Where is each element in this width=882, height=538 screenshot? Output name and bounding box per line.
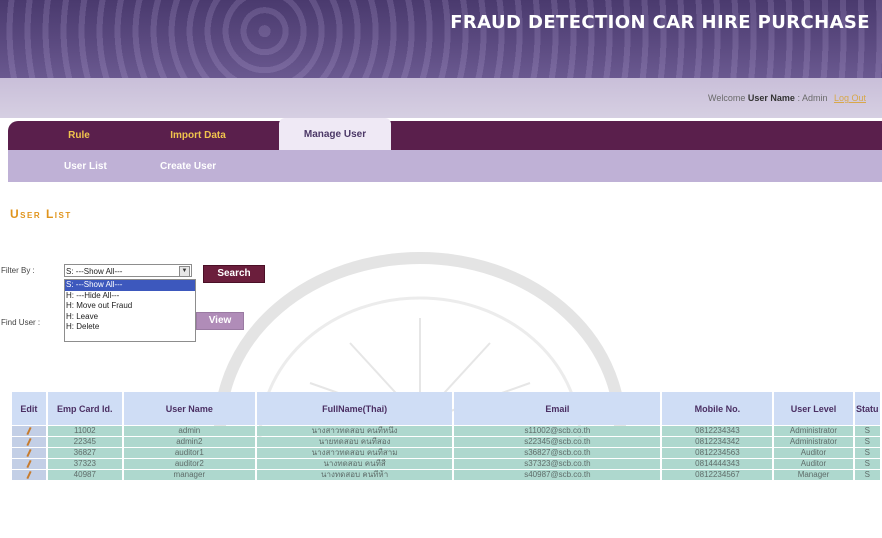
tab-import-data[interactable]: Import Data — [148, 121, 248, 150]
logout-link[interactable]: Log Out — [834, 93, 866, 103]
email-cell: s11002@scb.co.th — [454, 426, 661, 436]
email-cell: s36827@scb.co.th — [454, 448, 661, 458]
emp-card-id-cell: 36827 — [47, 448, 122, 458]
column-header-emp-card-id: Emp Card Id. — [47, 392, 122, 425]
filter-option[interactable]: S: ---Show All--- — [65, 280, 195, 291]
chevron-down-icon[interactable]: ▼ — [179, 266, 190, 277]
email-cell: s22345@scb.co.th — [454, 437, 661, 447]
fullname-thai-cell: นายทดสอบ คนที่สอง — [256, 437, 453, 447]
filter-option[interactable]: H: ---Hide All--- — [65, 291, 195, 302]
mobile-cell: 0812234343 — [662, 426, 773, 436]
user-level-cell: Auditor — [774, 448, 853, 458]
email-cell: s40987@scb.co.th — [454, 470, 661, 480]
emp-card-id-cell: 40987 — [47, 470, 122, 480]
subnav-create-user[interactable]: Create User — [160, 150, 216, 182]
user-name-cell: admin2 — [123, 437, 255, 447]
table-row: 22345 admin2 นายทดสอบ คนที่สอง s22345@sc… — [12, 437, 880, 447]
filter-option[interactable]: H: Delete — [65, 322, 195, 333]
column-header-mobile: Mobile No. — [662, 392, 773, 425]
subnav-user-list[interactable]: User List — [64, 150, 107, 182]
column-header-status: Statu — [854, 392, 880, 425]
user-level-cell: Manager — [774, 470, 853, 480]
mobile-cell: 0812234567 — [662, 470, 773, 480]
pencil-icon[interactable] — [26, 437, 32, 446]
fullname-thai-cell: นางทดสอบ คนที่สี่ — [256, 459, 453, 469]
email-cell: s37323@scb.co.th — [454, 459, 661, 469]
table-header-row: Edit Emp Card Id. User Name FullName(Tha… — [12, 392, 880, 425]
welcome-prefix: Welcome — [708, 93, 746, 103]
user-name-cell: admin — [123, 426, 255, 436]
table-row: 40987 manager นางทดสอบ คนที่ห้า s40987@s… — [12, 470, 880, 480]
fullname-thai-cell: นางสาวทดสอบ คนที่สาม — [256, 448, 453, 458]
mobile-cell: 0812234342 — [662, 437, 773, 447]
emp-card-id-cell: 11002 — [47, 426, 122, 436]
search-button[interactable]: Search — [203, 265, 265, 283]
page-title: User List — [10, 207, 72, 221]
user-name-value: : Admin — [797, 93, 828, 103]
welcome-message: Welcome User Name : Admin Log Out — [708, 93, 866, 103]
user-level-cell: Administrator — [774, 437, 853, 447]
header-banner: FRAUD DETECTION CAR HIRE PURCHASE — [0, 0, 882, 78]
user-name-cell: manager — [123, 470, 255, 480]
status-cell: S — [854, 470, 880, 480]
emp-card-id-cell: 22345 — [47, 437, 122, 447]
edit-cell[interactable] — [12, 459, 46, 469]
status-cell: S — [854, 426, 880, 436]
edit-cell[interactable] — [12, 437, 46, 447]
fullname-thai-cell: นางสาวทดสอบ คนที่หนึ่ง — [256, 426, 453, 436]
table-row: 37323 auditor2 นางทดสอบ คนที่สี่ s37323@… — [12, 459, 880, 469]
user-table: Edit Emp Card Id. User Name FullName(Tha… — [10, 391, 882, 481]
filter-dropdown-list: S: ---Show All--- H: ---Hide All--- H: M… — [64, 279, 196, 342]
table-row: 11002 admin นางสาวทดสอบ คนที่หนึ่ง s1100… — [12, 426, 880, 436]
filter-label: Filter By : — [1, 266, 35, 275]
column-header-user-level: User Level — [774, 392, 853, 425]
filter-selected-value: S: ---Show All--- — [66, 267, 123, 276]
fullname-thai-cell: นางทดสอบ คนที่ห้า — [256, 470, 453, 480]
user-name-cell: auditor2 — [123, 459, 255, 469]
user-name-label: User Name — [747, 93, 795, 103]
status-cell: S — [854, 448, 880, 458]
column-header-edit: Edit — [12, 392, 46, 425]
status-cell: S — [854, 437, 880, 447]
pencil-icon[interactable] — [26, 459, 32, 468]
pencil-icon[interactable] — [26, 426, 32, 435]
app-title: FRAUD DETECTION CAR HIRE PURCHASE — [450, 12, 870, 33]
filter-select[interactable]: S: ---Show All--- ▼ — [64, 264, 192, 277]
status-cell: S — [854, 459, 880, 469]
filter-option[interactable]: H: Leave — [65, 312, 195, 323]
column-header-user-name: User Name — [123, 392, 255, 425]
user-level-cell: Auditor — [774, 459, 853, 469]
user-level-cell: Administrator — [774, 426, 853, 436]
pencil-icon[interactable] — [26, 470, 32, 479]
edit-cell[interactable] — [12, 448, 46, 458]
main-tab-bar: Rule Import Data Manage User — [8, 118, 882, 150]
mobile-cell: 0814444343 — [662, 459, 773, 469]
edit-cell[interactable] — [12, 426, 46, 436]
table-row: 36827 auditor1 นางสาวทดสอบ คนที่สาม s368… — [12, 448, 880, 458]
column-header-fullname-thai: FullName(Thai) — [256, 392, 453, 425]
sub-navigation: User List Create User — [8, 150, 882, 182]
user-name-cell: auditor1 — [123, 448, 255, 458]
view-button[interactable]: View — [196, 312, 244, 330]
find-user-label: Find User : — [1, 318, 41, 327]
tab-manage-user[interactable]: Manage User — [279, 118, 391, 150]
filter-option[interactable]: H: Move out Fraud — [65, 301, 195, 312]
tab-rule[interactable]: Rule — [44, 121, 114, 150]
pencil-icon[interactable] — [26, 448, 32, 457]
emp-card-id-cell: 37323 — [47, 459, 122, 469]
column-header-email: Email — [454, 392, 661, 425]
mobile-cell: 0812234563 — [662, 448, 773, 458]
edit-cell[interactable] — [12, 470, 46, 480]
